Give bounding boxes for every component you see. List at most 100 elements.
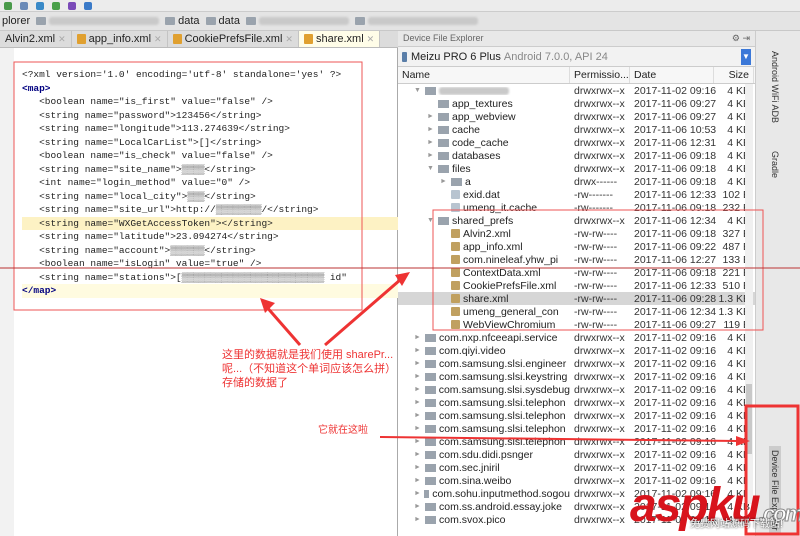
code-editor[interactable]: <?xml version='1.0' encoding='utf-8' sta… [0,48,398,536]
code-content[interactable]: <?xml version='1.0' encoding='utf-8' sta… [22,68,398,298]
expand-icon[interactable]: ► [414,399,422,406]
expand-icon[interactable]: ► [414,347,422,354]
file-row[interactable]: umeng_it.cache -rw------- 2017-11-06 09:18… [398,201,755,214]
expand-icon[interactable]: ► [414,360,422,367]
code-line[interactable]: <string name="LocalCarList">[]</string> [22,136,398,150]
file-row[interactable]: share.xml -rw-rw---- 2017-11-06 09:28 1.3 K… [398,292,755,305]
file-row[interactable]: exid.dat -rw------- 2017-11-06 12:33 102 B [398,188,755,201]
expand-icon[interactable]: ► [427,113,435,120]
column-size[interactable]: Size [714,67,754,83]
code-line[interactable]: <boolean name="is_check" value="false" /… [22,149,398,163]
expand-icon[interactable]: ► [414,438,422,445]
code-line[interactable]: <string name="local_city">▒▒▒</string> [22,190,398,204]
expand-icon[interactable]: ► [414,425,422,432]
expand-icon[interactable]: ► [427,126,435,133]
column-permissions[interactable]: Permissio... [570,67,630,83]
code-line[interactable]: <string name="latitude">23.094274</strin… [22,230,398,244]
code-line[interactable]: <boolean name="is_first" value="false" /… [22,95,398,109]
breadcrumb-data[interactable]: data [165,15,200,27]
expand-icon[interactable]: ► [427,139,435,146]
file-row[interactable]: ► com.samsung.slsi.keystring drwxrwx--x 201… [398,370,755,383]
expand-icon[interactable]: ► [414,516,422,523]
sync-icon[interactable] [36,1,44,10]
scrollbar[interactable] [745,84,753,504]
file-row[interactable]: ► com.samsung.slsi.telephon drwxrwx--x 2017… [398,409,755,422]
scrollbar-thumb[interactable] [746,384,752,454]
expand-icon[interactable]: ► [440,178,448,185]
file-row[interactable]: ► com.samsung.slsi.telephon drwxrwx--x 2017… [398,422,755,435]
code-line[interactable]: <string name="site_name">▒▒▒▒</string> [22,163,398,177]
file-row[interactable]: ► code_cache drwxrwx--x 2017-11-06 12:31 4 K… [398,136,755,149]
expand-icon[interactable]: ► [414,373,422,380]
code-line[interactable]: <int name="login_method" value="0" /> [22,176,398,190]
expand-icon[interactable]: ► [414,477,422,484]
file-row[interactable]: ► com.samsung.slsi.sysdebug drwxrwx--x 2017… [398,383,755,396]
code-line[interactable]: <string name="site_url">http://▒▒▒▒▒▒▒▒/… [22,203,398,217]
file-row[interactable]: ► com.nxp.nfceeapi.service drwxrwx--x 2017-… [398,331,755,344]
file-row[interactable]: ▼ drwxrwx--x 2017-11-02 09:16 4 KB [398,84,755,97]
file-row[interactable]: app_info.xml -rw-rw---- 2017-11-06 09:22 48… [398,240,755,253]
undo-icon[interactable] [68,1,76,10]
code-line[interactable]: </map> [22,284,398,298]
close-icon[interactable]: ✕ [285,34,293,45]
expand-icon[interactable]: ► [414,503,422,510]
file-row[interactable]: WebViewChromium -rw-rw---- 2017-11-06 09:2… [398,318,755,331]
file-row[interactable]: umeng_general_con -rw-rw---- 2017-11-06 12… [398,305,755,318]
tab-app-info[interactable]: app_info.xml ✕ [72,31,168,47]
file-row[interactable]: ► databases drwxrwx--x 2017-11-06 09:18 4 KB [398,149,755,162]
file-row[interactable]: CookiePrefsFile.xml -rw-rw---- 2017-11-06 … [398,279,755,292]
run-icon[interactable] [4,1,12,10]
sdk-icon[interactable] [84,1,92,10]
gradle-tab[interactable]: Gradle [770,151,780,178]
expand-icon[interactable]: ► [414,464,422,471]
expand-icon[interactable]: ► [427,152,435,159]
column-date[interactable]: Date [630,67,714,83]
code-line[interactable]: <string name="longitude">113.274639</str… [22,122,398,136]
tab-alvin2[interactable]: Alvin2.xml ✕ [0,31,72,47]
file-row[interactable]: ► com.samsung.slsi.engineer drwxrwx--x 2017… [398,357,755,370]
file-row[interactable]: ► app_webview drwxrwx--x 2017-11-06 09:27 4 … [398,110,755,123]
file-row[interactable]: ► com.sec.jniril drwxrwx--x 2017-11-02 09:1… [398,461,755,474]
breadcrumb-first[interactable]: plorer [2,15,30,27]
expand-icon[interactable]: ► [414,490,421,497]
file-row[interactable]: ► a drwx------ 2017-11-06 09:18 4 KB [398,175,755,188]
file-row[interactable]: ► com.samsung.slsi.telephon drwxrwx--x 2017… [398,396,755,409]
collapse-icon[interactable]: ▼ [427,165,435,172]
device-selector[interactable]: Meizu PRO 6 Plus Android 7.0.0, API 24 ▼ [398,47,755,67]
collapse-icon[interactable]: ▼ [414,87,422,94]
code-line[interactable]: <?xml version='1.0' encoding='utf-8' sta… [22,68,398,82]
debug-icon[interactable] [20,1,28,10]
file-row[interactable]: ► com.sdu.didi.psnger drwxrwx--x 2017-11-02… [398,448,755,461]
android-icon[interactable] [52,1,60,10]
close-icon[interactable]: ✕ [58,34,66,45]
expand-icon[interactable]: ► [414,412,422,419]
code-line[interactable]: <string name="account">▒▒▒▒▒▒</string> [22,244,398,258]
code-line[interactable]: <string name="password">123456</string> [22,109,398,123]
expand-icon[interactable]: ► [414,386,422,393]
gear-icon[interactable]: ⚙ ⇥ [732,33,750,44]
breadcrumb-data[interactable]: data [205,15,240,27]
code-line[interactable]: <boolean name="isLogin" value="true" /> [22,257,398,271]
file-row[interactable]: ▼ shared_prefs drwxrwx--x 2017-11-06 12:34 4… [398,214,755,227]
file-row[interactable]: ▼ files drwxrwx--x 2017-11-06 09:18 4 KB [398,162,755,175]
android-wifi-adb-tab[interactable]: Android WiFi ADB [770,51,780,123]
file-row[interactable]: ► com.samsung.slsi.telephon drwxrwx--x 2017… [398,435,755,448]
file-row[interactable]: ► cache drwxrwx--x 2017-11-06 10:53 4 KB [398,123,755,136]
chevron-down-icon[interactable]: ▼ [741,48,751,65]
collapse-icon[interactable]: ▼ [427,217,435,224]
file-row[interactable]: app_textures drwxrwx--x 2017-11-06 09:27 4 … [398,97,755,110]
close-icon[interactable]: ✕ [367,34,375,45]
file-row[interactable]: com.nineleaf.yhw_pi -rw-rw---- 2017-11-06 … [398,253,755,266]
file-row[interactable]: Alvin2.xml -rw-rw---- 2017-11-06 09:18 327 … [398,227,755,240]
code-line[interactable]: <map> [22,82,398,96]
tab-share[interactable]: share.xml ✕ [298,31,381,47]
expand-icon[interactable]: ► [414,451,422,458]
tab-cookie-prefs[interactable]: CookiePrefsFile.xml ✕ [168,31,299,47]
code-line[interactable]: <string name="WXGetAccessToken"></string… [22,216,398,230]
file-row[interactable]: ► com.qiyi.video drwxrwx--x 2017-11-02 09:1… [398,344,755,357]
file-row[interactable]: ContextData.xml -rw-rw---- 2017-11-06 09:1… [398,266,755,279]
code-line[interactable]: <string name="stations">[▒▒▒▒▒▒▒▒▒▒▒▒▒▒▒… [22,271,398,285]
column-name[interactable]: Name [398,67,570,83]
close-icon[interactable]: ✕ [154,34,162,45]
expand-icon[interactable]: ► [414,334,422,341]
